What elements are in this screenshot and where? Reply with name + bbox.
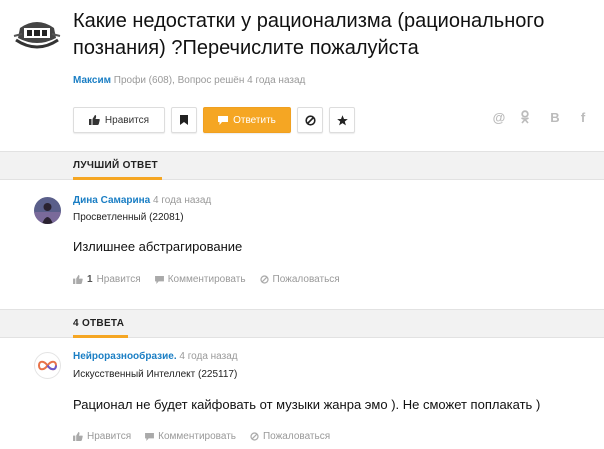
bookmark-button[interactable] [171,107,197,133]
answer-comment-label: Комментировать [158,431,236,442]
best-answer-comment-button[interactable]: Комментировать [154,274,246,285]
answer-button-label: Ответить [233,114,276,126]
best-answer-rank: Просветленный (22081) [73,212,184,223]
answer-button[interactable]: Ответить [203,107,291,133]
like-button-label: Нравится [104,114,150,126]
question-author-link[interactable]: Максим [73,75,111,86]
comment-icon [218,115,229,125]
answer-text: Рационал не будет кайфовать от музыки жа… [73,397,541,412]
best-answer-like-button[interactable]: 1 Нравится [73,274,141,285]
best-answer-time: 4 года назад [150,195,212,206]
best-answer-like-count: 1 [87,274,93,285]
block-icon [259,275,269,284]
best-answer-section-header: ЛУЧШИЙ ОТВЕТ [0,151,604,180]
answers-section-header: 4 ОТВЕТА [0,309,604,338]
answer-report-label: Пожаловаться [262,431,331,442]
answer-actions: Нравится Комментировать Пожаловаться [73,431,330,442]
comment-icon [154,275,164,284]
favorite-button[interactable] [329,107,355,133]
answer-comment-button[interactable]: Комментировать [145,431,236,442]
question-meta-text: Профи (608), Вопрос решён 4 года назад [111,75,306,86]
vk-share-icon[interactable]: B [548,110,562,125]
mail-share-icon[interactable]: @ [492,110,506,125]
answer-report-button[interactable]: Пожаловаться [250,431,330,442]
best-answer-comment-label: Комментировать [167,274,246,285]
answer-avatar[interactable] [34,352,61,379]
answer-header: Нейроразнообразие. 4 года назад [73,351,238,362]
best-answer-report-button[interactable]: Пожаловаться [259,274,340,285]
best-answer-header: Дина Самарина 4 года назад [73,195,211,206]
question-author-avatar[interactable] [12,14,62,58]
thumbs-up-icon [73,432,83,441]
block-button[interactable] [297,107,323,133]
odnoklassniki-share-icon[interactable] [520,110,534,125]
answer-author-link[interactable]: Нейроразнообразие. [73,351,177,362]
best-answer-text: Излишнее абстрагирование [73,239,243,254]
best-answer-avatar[interactable] [34,197,61,224]
best-answer-section-label: ЛУЧШИЙ ОТВЕТ [73,160,158,171]
block-icon [304,114,316,126]
like-button[interactable]: Нравится [73,107,165,133]
best-answer-actions: 1 Нравится Комментировать Пожаловаться [73,274,340,285]
question-meta: Максим Профи (608), Вопрос решён 4 года … [73,75,305,86]
answer-like-button[interactable]: Нравится [73,431,131,442]
block-icon [250,432,259,441]
answer-rank: Искусственный Интеллект (225117) [73,369,238,380]
comment-icon [145,432,155,441]
thumbs-up-icon [88,115,100,125]
share-icons: @ B f [492,110,590,125]
question-title: Какие недостатки у рационализма (рациона… [73,10,545,59]
answer-like-label: Нравится [87,431,132,442]
facebook-share-icon[interactable]: f [576,110,590,125]
best-answer-report-label: Пожаловаться [272,274,340,285]
answer-time: 4 года назад [176,351,238,362]
best-answer-author-link[interactable]: Дина Самарина [73,195,150,206]
question-toolbar: Нравится Ответить [73,107,355,133]
bookmark-icon [180,115,188,125]
section-underline [73,335,128,338]
thumbs-up-icon [73,275,83,284]
star-icon [336,114,348,126]
best-answer-like-label: Нравится [96,274,141,285]
answers-section-label: 4 ОТВЕТА [73,318,125,329]
section-underline [73,177,162,180]
